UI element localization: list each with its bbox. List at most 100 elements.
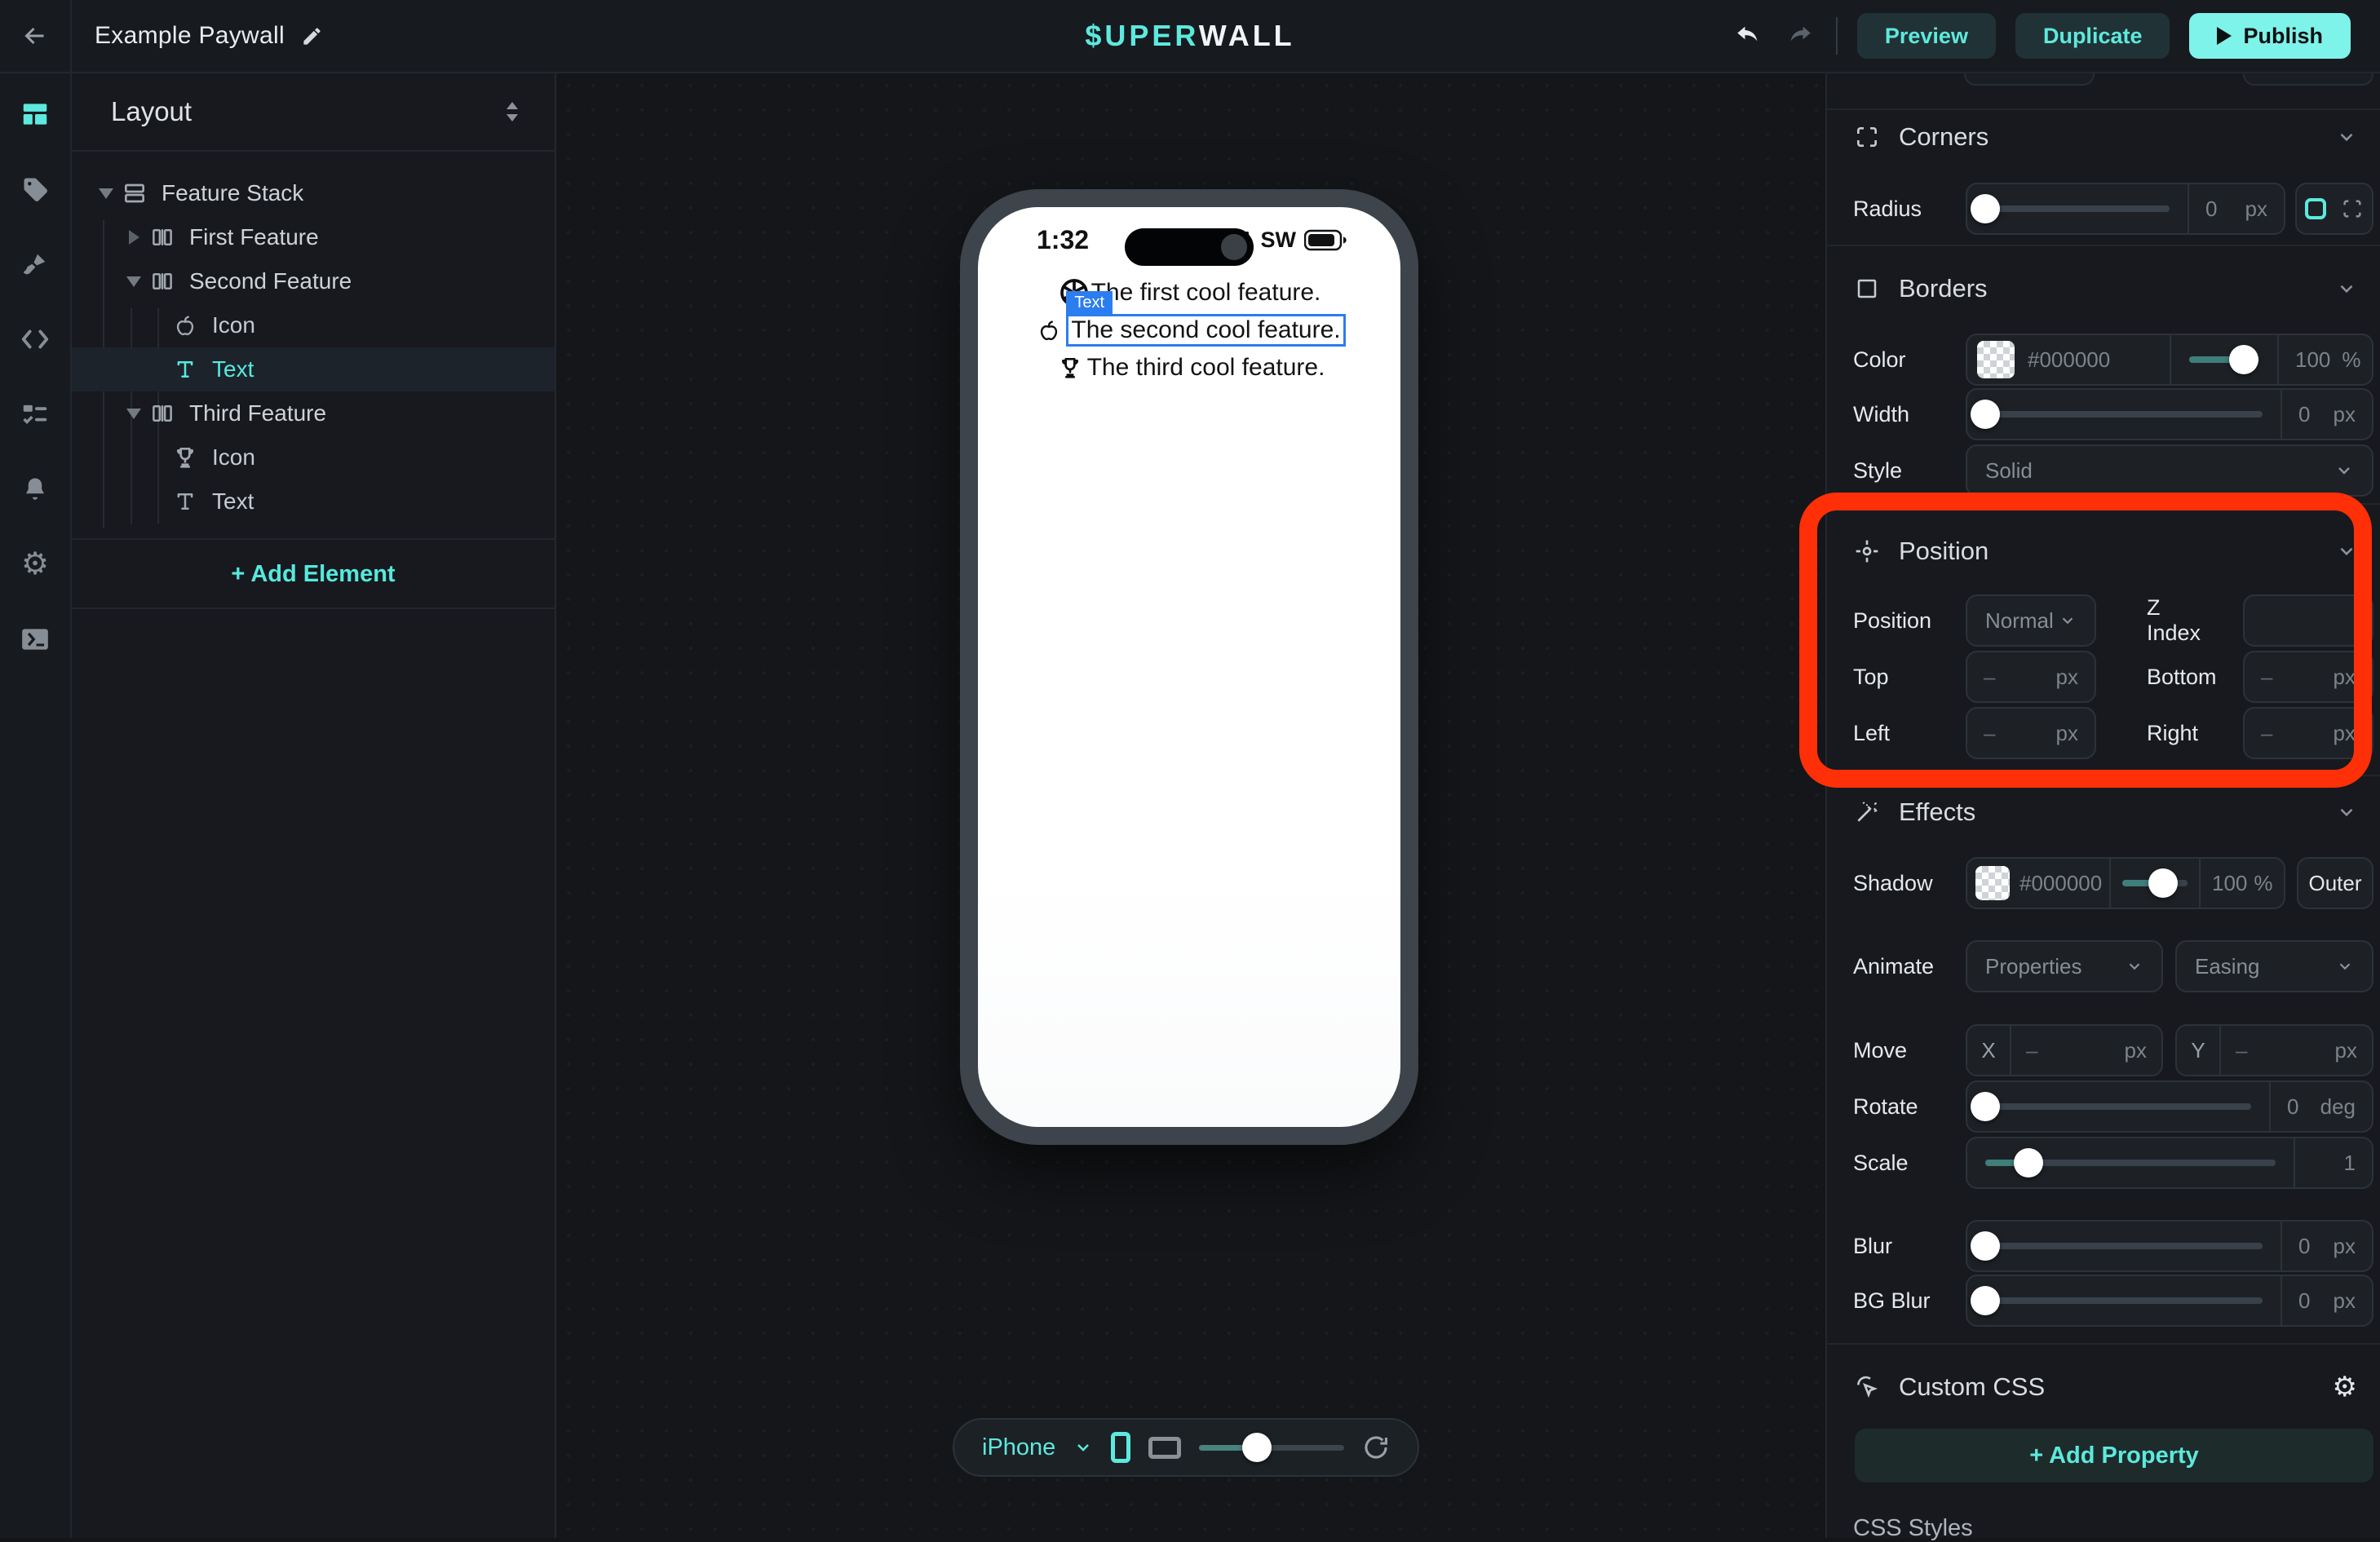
rotate-slider[interactable] bbox=[1967, 1080, 2269, 1133]
sidebar-item-layout[interactable] bbox=[19, 99, 51, 130]
paywall-preview-screen[interactable]: 1:32 SW The first cool feature.TextThe s… bbox=[978, 207, 1400, 1127]
section-header-position[interactable]: Position bbox=[1853, 530, 2357, 572]
scale-slider[interactable] bbox=[1967, 1137, 2294, 1189]
section-header-corners[interactable]: Corners bbox=[1853, 116, 2357, 158]
chevron-down-icon[interactable] bbox=[2336, 278, 2357, 299]
bg-blur-slider[interactable] bbox=[1967, 1275, 2280, 1327]
portrait-toggle[interactable] bbox=[1111, 1432, 1130, 1463]
refresh-button[interactable] bbox=[1362, 1434, 1390, 1461]
move-x-input[interactable]: X – px bbox=[1966, 1024, 2163, 1076]
sidebar-item-notifications[interactable] bbox=[19, 474, 51, 505]
section-header-effects[interactable]: Effects bbox=[1853, 791, 2357, 833]
bottom-input[interactable]: –px bbox=[2243, 651, 2373, 703]
per-corner-radius-icon[interactable] bbox=[2341, 197, 2364, 220]
sidebar-item-console[interactable] bbox=[19, 624, 51, 655]
landscape-toggle[interactable] bbox=[1148, 1437, 1181, 1459]
radius-slider[interactable] bbox=[1967, 183, 2188, 235]
feature-row[interactable]: TextThe second cool feature. bbox=[1033, 313, 1345, 347]
border-opacity-value[interactable]: 100% bbox=[2277, 335, 2372, 384]
radius-mode-toggle[interactable] bbox=[2295, 183, 2373, 235]
border-opacity-slider[interactable] bbox=[2171, 334, 2277, 386]
color-swatch[interactable] bbox=[1977, 341, 2015, 378]
sidebar-item-settings[interactable]: ⚙ bbox=[19, 549, 51, 580]
publish-button[interactable]: Publish bbox=[2189, 13, 2351, 59]
color-hex[interactable]: #000000 bbox=[2028, 347, 2110, 373]
feature-stack[interactable]: The first cool feature.TextThe second co… bbox=[978, 276, 1400, 385]
opacity-slider-seg bbox=[2170, 335, 2277, 384]
caret-down-icon[interactable] bbox=[119, 409, 148, 419]
tree-item-third-feature[interactable]: Third Feature bbox=[72, 391, 555, 435]
top-input[interactable]: –px bbox=[1966, 651, 2096, 703]
sort-icon[interactable] bbox=[502, 100, 522, 123]
position-icon bbox=[1853, 538, 1881, 564]
move-y-input[interactable]: Y – px bbox=[2175, 1024, 2373, 1076]
sidebar-item-code[interactable] bbox=[19, 324, 51, 355]
back-button[interactable] bbox=[0, 0, 72, 72]
device-selector[interactable]: iPhone bbox=[982, 1434, 1055, 1461]
rotate-value[interactable]: 0deg bbox=[2269, 1082, 2372, 1131]
animate-easing-dropdown[interactable]: Easing bbox=[2175, 940, 2373, 992]
tree-item-icon[interactable]: Icon bbox=[72, 435, 555, 479]
duplicate-button[interactable]: Duplicate bbox=[2015, 13, 2170, 59]
sidebar-item-products[interactable] bbox=[19, 174, 51, 205]
blur-value[interactable]: 0px bbox=[2280, 1222, 2372, 1270]
feature-row[interactable]: The third cool feature. bbox=[1054, 351, 1325, 385]
stack-icon bbox=[121, 179, 148, 207]
section-header-custom-css[interactable]: Custom CSS ⚙ bbox=[1853, 1366, 2357, 1408]
add-property-button[interactable]: + Add Property bbox=[1855, 1429, 2373, 1482]
editor-canvas[interactable]: 1:32 SW The first cool feature.TextThe s… bbox=[556, 73, 1825, 1538]
caret-right-icon[interactable] bbox=[119, 230, 148, 245]
shadow-opacity-slider-seg bbox=[2109, 859, 2199, 908]
shadow-opacity-value[interactable]: 100% bbox=[2199, 859, 2284, 908]
tree-item-icon[interactable]: Icon bbox=[72, 303, 555, 347]
bg-blur-value[interactable]: 0px bbox=[2280, 1276, 2372, 1325]
tree-item-text[interactable]: Text bbox=[72, 479, 555, 524]
tree-item-feature-stack[interactable]: Feature Stack bbox=[72, 171, 555, 215]
left-input[interactable]: –px bbox=[1966, 707, 2096, 759]
scale-value[interactable]: 1 bbox=[2294, 1138, 2372, 1187]
textT-icon bbox=[171, 356, 199, 383]
redo-button[interactable] bbox=[1784, 20, 1816, 52]
shadow-opacity-slider[interactable] bbox=[2111, 857, 2199, 909]
slider-knob[interactable] bbox=[1242, 1433, 1272, 1462]
caret-down-icon[interactable] bbox=[91, 188, 121, 199]
section-header-borders[interactable]: Borders bbox=[1853, 267, 2357, 310]
right-input[interactable]: –px bbox=[2243, 707, 2373, 759]
chevron-down-icon[interactable] bbox=[2336, 802, 2357, 823]
edit-title-icon[interactable] bbox=[301, 25, 323, 47]
position-mode-dropdown[interactable]: Normal bbox=[1966, 594, 2096, 647]
shadow-hex[interactable]: #000000 bbox=[2019, 871, 2102, 896]
add-element-button[interactable]: + Add Element bbox=[72, 542, 555, 606]
blur-control: 0px bbox=[1966, 1220, 2373, 1272]
shadow-color-swatch[interactable] bbox=[1975, 866, 2010, 900]
radius-value[interactable]: 0px bbox=[2188, 184, 2284, 233]
undo-button[interactable] bbox=[1732, 20, 1764, 52]
sidebar-item-variables[interactable] bbox=[19, 399, 51, 430]
blur-slider[interactable] bbox=[1967, 1220, 2280, 1272]
layout-panel-title: Layout bbox=[111, 96, 192, 127]
chevron-down-icon[interactable] bbox=[1073, 1438, 1093, 1457]
tree-item-label: Icon bbox=[212, 312, 255, 338]
sidebar-item-theme[interactable] bbox=[19, 249, 51, 280]
selected-text-element[interactable]: TextThe second cool feature. bbox=[1066, 314, 1345, 347]
shadow-mode-button[interactable]: Outer bbox=[2297, 857, 2373, 909]
tree-item-second-feature[interactable]: Second Feature bbox=[72, 259, 555, 303]
tree-item-first-feature[interactable]: First Feature bbox=[72, 215, 555, 259]
gear-icon[interactable]: ⚙ bbox=[2333, 1371, 2357, 1403]
border-style-dropdown[interactable]: Solid bbox=[1966, 444, 2373, 497]
preview-button[interactable]: Preview bbox=[1857, 13, 1996, 59]
section-divider bbox=[1827, 245, 2380, 246]
uniform-radius-icon[interactable] bbox=[2305, 198, 2326, 219]
caret-down-icon[interactable] bbox=[119, 276, 148, 287]
canvas-zoom-slider[interactable] bbox=[1199, 1431, 1344, 1464]
border-width-value[interactable]: 0px bbox=[2280, 390, 2372, 439]
tree-item-text[interactable]: Text bbox=[72, 347, 555, 391]
border-width-slider[interactable] bbox=[1967, 388, 2280, 440]
chevron-down-icon[interactable] bbox=[2336, 126, 2357, 148]
chevron-down-icon bbox=[2126, 957, 2143, 975]
border-width-row: Width 0px bbox=[1853, 387, 2373, 442]
chevron-down-icon[interactable] bbox=[2336, 541, 2357, 562]
zindex-input[interactable] bbox=[2243, 594, 2373, 647]
animate-properties-dropdown[interactable]: Properties bbox=[1966, 940, 2163, 992]
undo-icon bbox=[1734, 22, 1762, 50]
